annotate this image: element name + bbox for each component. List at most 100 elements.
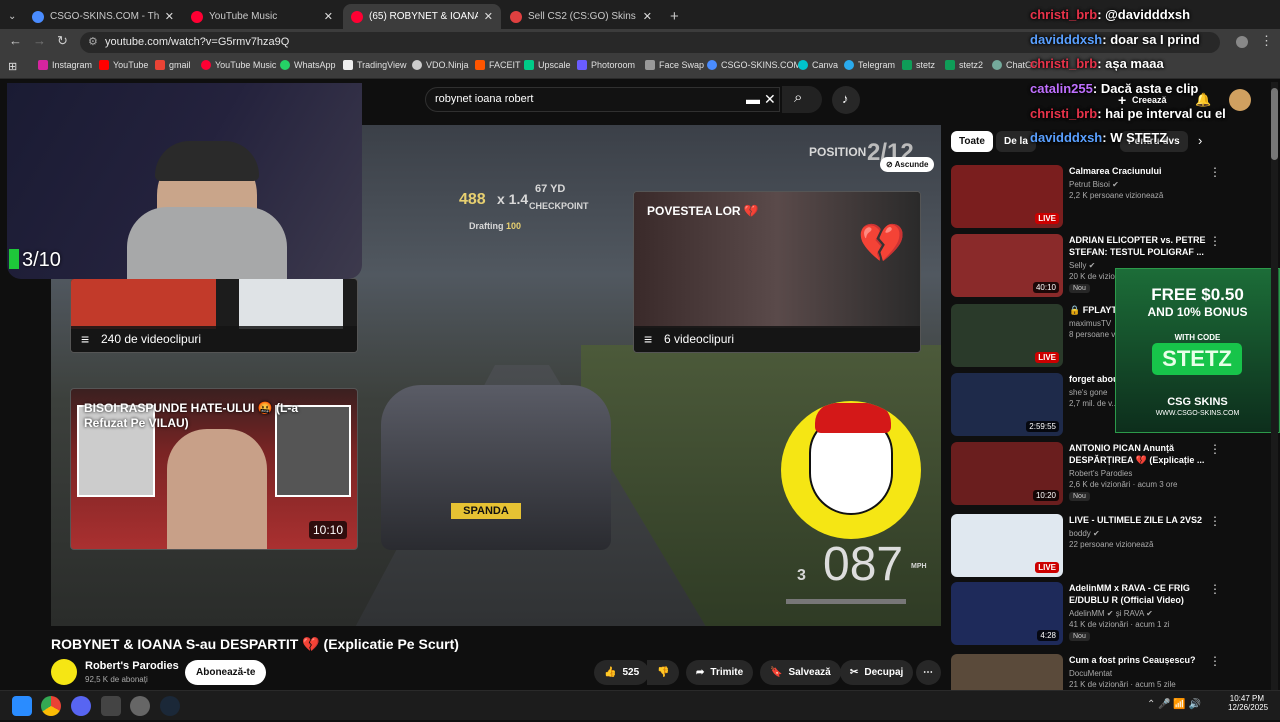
hud-drafting: Drafting 100 [469, 221, 522, 231]
subscribe-button[interactable]: Abonează-te [185, 660, 267, 685]
recommended-channel[interactable]: maximusTV [1069, 318, 1111, 329]
like-button[interactable]: 👍 525 [594, 660, 650, 685]
avatar[interactable] [1229, 89, 1251, 111]
recommended-video[interactable]: LIVE LIVE - ULTIMELE ZILE LA 2VS2 boddy ✔ 2… [951, 514, 1261, 582]
bookmark-item[interactable]: Photoroom [577, 60, 635, 70]
close-icon[interactable]: ✕ [165, 10, 174, 23]
bookmark-item[interactable]: Instagram [38, 60, 92, 70]
more-vertical-icon[interactable]: ⋮ [1209, 514, 1221, 528]
bookmark-item[interactable]: WhatsApp [280, 60, 336, 70]
tab-title: Sell CS2 (CS:GO) Skins | Best CS [528, 11, 637, 22]
tab-youtube-music[interactable]: YouTube Music ✕ [183, 4, 341, 29]
tab-search-button[interactable]: ⌄ [0, 4, 22, 29]
video-thumbnail[interactable]: 10:20 [951, 442, 1063, 505]
video-thumbnail[interactable]: 2:59:55 [951, 373, 1063, 436]
save-button[interactable]: 🔖 Salvează [760, 660, 841, 685]
taskbar-app-icon[interactable] [101, 696, 121, 716]
video-thumbnail[interactable]: LIVE [951, 514, 1063, 577]
tab-youtube-video[interactable]: (65) ROBYNET & IOANA S-au D ✕ [343, 4, 501, 29]
close-icon[interactable]: ✕ [484, 10, 493, 23]
steam-icon[interactable] [160, 696, 180, 716]
recommended-channel[interactable]: Selly ✔ [1069, 260, 1095, 271]
bookmark-item[interactable]: Upscale [524, 60, 571, 70]
recommended-channel[interactable]: she's gone [1069, 387, 1107, 398]
bookmark-item[interactable]: stetz [902, 60, 935, 70]
more-vertical-icon[interactable]: ⋮ [1209, 582, 1221, 596]
bookmark-item[interactable]: YouTube Music [201, 60, 276, 70]
recommended-title[interactable]: Cum a fost prins Ceaușescu? [1069, 654, 1219, 666]
end-card-playlist-story[interactable]: POVESTEA LOR 💔 💔 6 videoclipuri [633, 191, 921, 353]
profile-avatar[interactable] [1236, 36, 1248, 48]
search-button[interactable]: ⌕ [782, 86, 822, 113]
system-tray-icons[interactable]: ⌃ 🎤 📶 🔊 [1147, 699, 1201, 710]
chrome-icon[interactable] [41, 696, 61, 716]
clip-button[interactable]: ✂ Decupaj [840, 660, 914, 685]
share-button[interactable]: ➦ Trimite [686, 660, 754, 685]
discord-icon[interactable] [71, 696, 91, 716]
clear-search-icon[interactable]: ✕ [764, 88, 776, 111]
recommended-title[interactable]: ADRIAN ELICOPTER vs. PETRE STEFAN: TESTU… [1069, 234, 1219, 258]
video-thumbnail[interactable]: LIVE [951, 304, 1063, 367]
more-vertical-icon[interactable]: ⋮ [1209, 442, 1221, 456]
search-input[interactable]: robynet ioana robert ▬ ✕ [425, 87, 780, 112]
hide-cards-button[interactable]: ⊘ Ascunde [880, 157, 935, 172]
recommended-channel[interactable]: Petrut Bisoi ✔ [1069, 179, 1119, 190]
bookmark-item[interactable]: TradingView [343, 60, 407, 70]
bookmark-item[interactable]: VDO.Ninja [412, 60, 469, 70]
recommended-video[interactable]: LIVE Calmarea Craciunului Petrut Bisoi ✔ 2,… [951, 165, 1261, 233]
reload-icon[interactable]: ↻ [57, 33, 68, 49]
chevron-right-icon[interactable]: › [1198, 133, 1202, 148]
clock[interactable]: 10:47 PM 12/26/2025 [1228, 694, 1268, 712]
new-tab-button[interactable]: + [662, 4, 682, 29]
bookmark-item[interactable]: Face Swap [645, 60, 704, 70]
bookmark-item[interactable]: YouTube [99, 60, 148, 70]
end-card-video[interactable]: BISOI RASPUNDE HATE-ULUI 🤬 (L-a Refuzat … [70, 388, 358, 550]
channel-avatar[interactable] [51, 659, 77, 685]
video-thumbnail[interactable]: 40:10 [951, 234, 1063, 297]
video-car [381, 385, 611, 550]
recommended-channel[interactable]: boddy ✔ [1069, 528, 1100, 539]
recommended-video[interactable]: 4:28 AdelinMM x RAVA - CE FRIG E/DUBLU R … [951, 582, 1261, 650]
bookmark-item[interactable]: Telegram [844, 60, 895, 70]
tab-csgo-skins[interactable]: CSGO-SKINS.COM - The best C ✕ [24, 4, 182, 29]
menu-icon[interactable]: ⋮ [1260, 33, 1273, 49]
windows-start-icon[interactable] [12, 696, 32, 716]
recommended-title[interactable]: AdelinMM x RAVA - CE FRIG E/DUBLU R (Off… [1069, 582, 1219, 606]
subscriber-count: 92,5 K de abonați [85, 675, 148, 684]
bookmark-item[interactable]: stetz2 [945, 60, 983, 70]
tab-sell-skins[interactable]: Sell CS2 (CS:GO) Skins | Best CS ✕ [502, 4, 660, 29]
video-thumbnail[interactable]: 4:28 [951, 582, 1063, 645]
back-icon[interactable]: ← [9, 33, 22, 48]
video-thumbnail[interactable]: LIVE [951, 165, 1063, 228]
recommended-title[interactable]: ANTONIO PICAN Anunță DESPĂRȚIREA 💔 (Expl… [1069, 442, 1219, 466]
close-icon[interactable]: ✕ [324, 10, 333, 23]
forward-icon[interactable]: → [33, 33, 46, 48]
recommended-channel[interactable]: AdelinMM ✔ și RAVA ✔ [1069, 608, 1153, 619]
recommended-title[interactable]: LIVE - ULTIMELE ZILE LA 2VS2 [1069, 514, 1219, 526]
recommended-title[interactable]: Calmarea Craciunului [1069, 165, 1219, 177]
recommended-channel[interactable]: DocuMentat [1069, 668, 1112, 679]
taskbar-app-icon[interactable] [130, 696, 150, 716]
more-vertical-icon[interactable]: ⋮ [1209, 654, 1221, 668]
apps-grid-icon[interactable]: ⊞ [8, 60, 17, 73]
site-info-icon[interactable]: ⚙ [88, 32, 98, 53]
recommended-channel[interactable]: Robert's Parodies [1069, 468, 1132, 479]
page-scrollbar[interactable] [1271, 82, 1278, 690]
keyboard-icon[interactable]: ▬ [746, 88, 760, 111]
bookmark-item[interactable]: CSGO-SKINS.COM [707, 60, 801, 70]
more-vertical-icon[interactable]: ⋮ [1209, 234, 1221, 248]
bookmark-item[interactable]: Canva [798, 60, 838, 70]
recommended-video[interactable]: 10:20 ANTONIO PICAN Anunță DESPĂRȚIREA 💔 … [951, 442, 1261, 510]
bookmark-item[interactable]: FACEIT [475, 60, 521, 70]
more-vertical-icon[interactable]: ⋮ [1209, 165, 1221, 179]
bookmark-item[interactable]: gmail [155, 60, 191, 70]
dislike-button[interactable]: 👎 [647, 660, 680, 685]
video-thumbnail-person [167, 429, 267, 549]
close-icon[interactable]: ✕ [643, 10, 652, 23]
voice-search-button[interactable]: ♪ [832, 86, 860, 114]
recommended-meta: 2,7 mil. de v... [1069, 399, 1119, 408]
more-actions-button[interactable]: ⋯ [916, 660, 941, 685]
end-card-playlist[interactable]: 240 de videoclipuri [70, 278, 358, 353]
channel-name[interactable]: Robert's Parodies [85, 660, 179, 672]
chip-all[interactable]: Toate [951, 131, 993, 152]
